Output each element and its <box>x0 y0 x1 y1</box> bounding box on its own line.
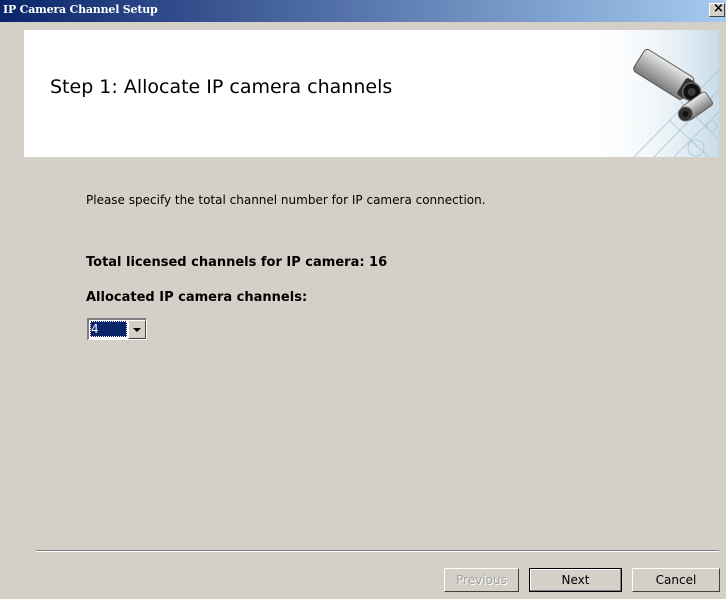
previous-button[interactable]: Previous <box>444 568 519 592</box>
allocated-channels-label: Allocated IP camera channels: <box>86 290 308 305</box>
licensed-channels-text: Total licensed channels for IP camera: 1… <box>86 255 388 270</box>
ip-camera-setup-dialog: IP Camera Channel Setup × Step 1: Alloca… <box>0 0 726 599</box>
instruction-text: Please specify the total channel number … <box>86 193 486 207</box>
allocated-channels-value: 4 <box>90 321 127 337</box>
chevron-down-icon[interactable] <box>128 320 146 339</box>
close-icon: × <box>713 1 724 16</box>
window-title: IP Camera Channel Setup <box>3 3 158 16</box>
footer-divider <box>36 550 719 552</box>
next-button[interactable]: Next <box>529 568 622 592</box>
wizard-header: Step 1: Allocate IP camera channels <box>24 30 719 157</box>
title-bar[interactable]: IP Camera Channel Setup × <box>0 0 726 22</box>
cancel-button[interactable]: Cancel <box>632 568 720 592</box>
step-title: Step 1: Allocate IP camera channels <box>50 76 393 98</box>
close-button[interactable]: × <box>709 1 725 17</box>
allocated-channels-select[interactable]: 4 <box>87 318 147 340</box>
ip-camera-illustration <box>584 30 719 157</box>
